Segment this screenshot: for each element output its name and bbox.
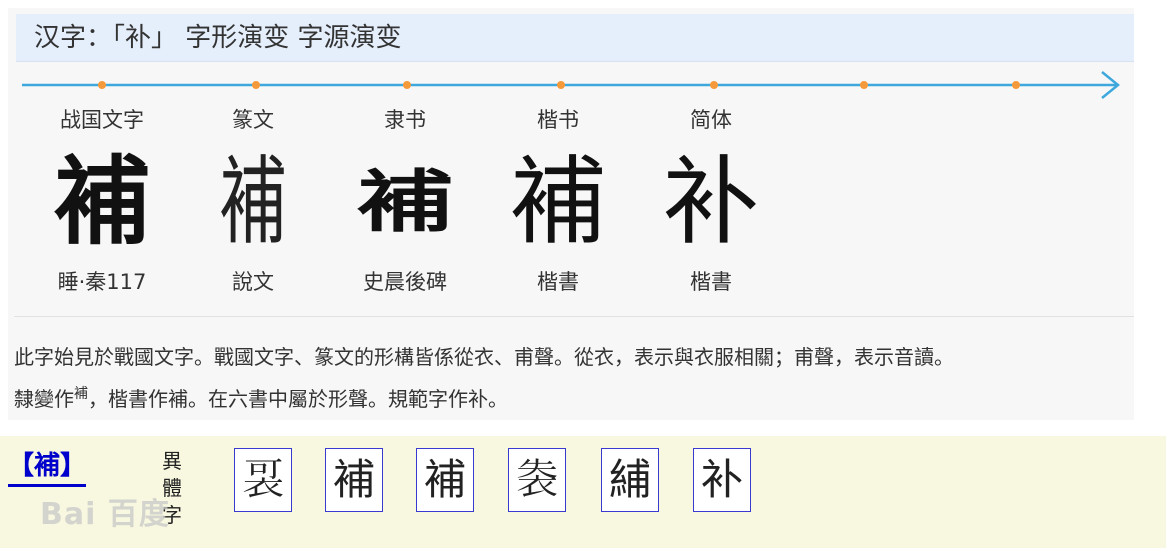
era-label-clerical: 隶书 <box>384 108 426 132</box>
page-title: 汉字：「补」 字形演变 字源演变 <box>34 23 402 53</box>
description-line-1: 此字始見於戰國文字。戰國文字、篆文的形構皆係從衣、甫聲。從衣，表示與衣服相關；甫… <box>14 345 954 369</box>
variant-glyph-6[interactable]: 补 <box>693 448 751 512</box>
variant-caption-char-1: 異 <box>162 449 182 473</box>
source-label-2: 說文 <box>232 270 274 294</box>
glyph-seal: 補 <box>219 146 287 258</box>
source-label-5: 楷書 <box>690 270 732 294</box>
variant-glyph-5[interactable]: 䋠 <box>601 448 659 512</box>
source-label-1: 睡·秦117 <box>57 270 147 294</box>
timeline-dot-3 <box>403 81 411 89</box>
variant-glyph-3[interactable]: 補 <box>416 448 474 512</box>
era-label-warring-states: 战国文字 <box>60 108 144 132</box>
title-bar: 汉字：「补」 字形演变 字源演变 <box>16 14 1134 62</box>
description-line-2-suffix: ，楷書作補。在六書中屬於形聲。規範字作补。 <box>88 387 508 411</box>
description: 此字始見於戰國文字。戰國文字、篆文的形構皆係從衣、甫聲。從衣，表示與衣服相關；甫… <box>14 336 1132 420</box>
variant-glyph-4[interactable]: 𧙍 <box>508 448 566 512</box>
era-label-regular: 楷书 <box>537 108 579 132</box>
timeline <box>22 70 1130 100</box>
description-line-2-prefix: 隸變作 <box>14 387 74 411</box>
page: 汉字：「补」 字形演变 字源演变 战国文字 補 睡·秦117 篆文 補 說文 隶… <box>0 0 1171 559</box>
variant-character-link[interactable]: 【補】 <box>8 450 87 487</box>
description-divider <box>14 316 1134 317</box>
clerical-mini-glyph: 補 <box>74 386 88 403</box>
timeline-dot-7 <box>1012 81 1020 89</box>
timeline-dot-1 <box>98 81 106 89</box>
era-label-seal: 篆文 <box>232 108 274 132</box>
baidu-watermark: Bai 百度 <box>40 497 170 532</box>
variant-glyph-2[interactable]: 補 <box>325 448 383 512</box>
variant-glyph-1[interactable]: 𧙑 <box>234 448 292 512</box>
timeline-dot-4 <box>557 81 565 89</box>
source-label-3: 史晨後碑 <box>363 270 447 294</box>
timeline-dot-6 <box>860 81 868 89</box>
variant-strip: 【補】 異 體 字 𧙑 補 補 𧙍 䋠 补 <box>0 436 1166 548</box>
glyph-clerical: 補 <box>357 162 453 242</box>
timeline-dot-5 <box>710 81 718 89</box>
glyph-simplified: 补 <box>663 146 759 258</box>
glyph-warring-states: 補 <box>54 146 150 258</box>
timeline-arrow <box>22 71 1120 99</box>
era-label-simplified: 简体 <box>690 108 732 132</box>
glyph-regular: 補 <box>510 146 606 258</box>
description-line-2: 隸變作補，楷書作補。在六書中屬於形聲。規範字作补。 <box>14 378 1132 420</box>
timeline-dot-2 <box>252 81 260 89</box>
source-label-4: 楷書 <box>537 270 579 294</box>
